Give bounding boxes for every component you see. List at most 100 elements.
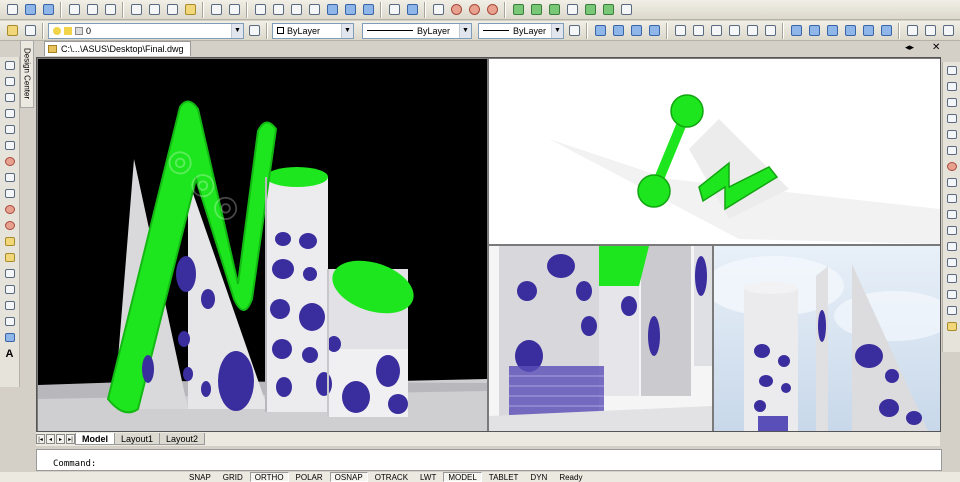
multiline-text-icon[interactable]: A: [3, 347, 17, 360]
constrained-orbit-icon[interactable]: [448, 2, 464, 18]
visual-style-wireframe-icon[interactable]: [610, 23, 626, 39]
viewport-front[interactable]: [489, 246, 712, 431]
design-center-tab[interactable]: Design Center: [20, 40, 34, 108]
gradient-icon[interactable]: [3, 299, 17, 312]
zoom-window-icon[interactable]: [288, 2, 304, 18]
render-icon[interactable]: [510, 2, 526, 18]
scale-icon[interactable]: [945, 176, 959, 189]
chevron-down-icon[interactable]: ▼: [341, 23, 353, 38]
viewport-perspective[interactable]: ◎◎◎: [38, 59, 487, 431]
trim-icon[interactable]: [945, 208, 959, 221]
hatch-icon[interactable]: [3, 283, 17, 296]
ellipse-icon[interactable]: [3, 203, 17, 216]
zoom-previous-icon[interactable]: [306, 2, 322, 18]
prev-tab-icon[interactable]: ◂: [46, 434, 55, 444]
cut-icon[interactable]: [128, 2, 144, 18]
linetype-dropdown[interactable]: ByLayer ▼: [362, 22, 472, 39]
otrack-toggle[interactable]: OTRACK: [370, 472, 413, 482]
ortho-toggle[interactable]: ORTHO: [249, 472, 289, 482]
publish-icon[interactable]: [102, 2, 118, 18]
layer-dropdown[interactable]: 0 ▼: [48, 22, 244, 39]
visual-style-hidden-icon[interactable]: [628, 23, 644, 39]
array-icon[interactable]: [945, 128, 959, 141]
break-icon[interactable]: [945, 256, 959, 269]
tab-model[interactable]: Model: [75, 433, 115, 445]
view-left-icon[interactable]: [708, 23, 724, 39]
lwt-toggle[interactable]: LWT: [415, 472, 441, 482]
free-orbit-icon[interactable]: [466, 2, 482, 18]
ucs-icon[interactable]: [904, 23, 920, 39]
continuous-orbit-icon[interactable]: [484, 2, 500, 18]
fog-icon[interactable]: [600, 2, 616, 18]
view-front-icon[interactable]: [744, 23, 760, 39]
model-toggle[interactable]: MODEL: [443, 472, 482, 482]
zoom-realtime-icon[interactable]: [270, 2, 286, 18]
dyn-toggle[interactable]: DYN: [525, 472, 552, 482]
named-views-icon[interactable]: [878, 23, 894, 39]
markup-icon[interactable]: [386, 2, 402, 18]
lights-icon[interactable]: [528, 2, 544, 18]
ne-iso-icon[interactable]: [824, 23, 840, 39]
last-tab-icon[interactable]: ▸|: [66, 434, 75, 444]
explode-icon[interactable]: [945, 320, 959, 333]
table-icon[interactable]: [3, 331, 17, 344]
background-icon[interactable]: [582, 2, 598, 18]
lineweight-dropdown[interactable]: ByLayer ▼: [478, 22, 564, 39]
region-icon[interactable]: [3, 315, 17, 328]
tablet-toggle[interactable]: TABLET: [484, 472, 524, 482]
ucs-previous-icon[interactable]: [940, 23, 956, 39]
help-icon[interactable]: [404, 2, 420, 18]
open-file-icon[interactable]: [22, 2, 38, 18]
3d-orbit-icon[interactable]: [430, 2, 446, 18]
stretch-icon[interactable]: [945, 192, 959, 205]
mirror-icon[interactable]: [945, 96, 959, 109]
move-icon[interactable]: [945, 144, 959, 157]
mapping-icon[interactable]: [564, 2, 580, 18]
nw-iso-icon[interactable]: [842, 23, 858, 39]
ucs-world-icon[interactable]: [922, 23, 938, 39]
render-settings-icon[interactable]: [618, 2, 634, 18]
camera-icon[interactable]: [860, 23, 876, 39]
chevron-down-icon[interactable]: ▼: [231, 23, 243, 38]
layer-previous-icon[interactable]: [22, 23, 38, 39]
polar-toggle[interactable]: POLAR: [291, 472, 328, 482]
chevron-down-icon[interactable]: ▼: [551, 23, 563, 38]
construction-line-icon[interactable]: [3, 75, 17, 88]
chevron-down-icon[interactable]: ▼: [459, 23, 471, 38]
print-icon[interactable]: [66, 2, 82, 18]
new-file-icon[interactable]: [4, 2, 20, 18]
color-dropdown[interactable]: ByLayer ▼: [272, 22, 354, 39]
break-at-point-icon[interactable]: [945, 240, 959, 253]
view-top-icon[interactable]: [672, 23, 688, 39]
osnap-toggle[interactable]: OSNAP: [329, 472, 368, 482]
visual-style-realistic-icon[interactable]: [646, 23, 662, 39]
line-icon[interactable]: [3, 59, 17, 72]
visual-style-2d-icon[interactable]: [592, 23, 608, 39]
plot-style-icon[interactable]: [566, 23, 582, 39]
circle-icon[interactable]: [3, 155, 17, 168]
rotate-icon[interactable]: [945, 160, 959, 173]
redo-icon[interactable]: [226, 2, 242, 18]
command-line[interactable]: Command:: [36, 449, 942, 471]
undo-icon[interactable]: [208, 2, 224, 18]
make-object-layer-current-icon[interactable]: [246, 23, 262, 39]
ellipse-arc-icon[interactable]: [3, 219, 17, 232]
next-tab-icon[interactable]: ▸: [56, 434, 65, 444]
chamfer-icon[interactable]: [945, 288, 959, 301]
copy-object-icon[interactable]: [945, 80, 959, 93]
view-back-icon[interactable]: [762, 23, 778, 39]
viewport-camera[interactable]: [714, 246, 940, 431]
view-bottom-icon[interactable]: [690, 23, 706, 39]
first-tab-icon[interactable]: |◂: [36, 434, 45, 444]
offset-icon[interactable]: [945, 112, 959, 125]
paste-icon[interactable]: [164, 2, 180, 18]
copy-icon[interactable]: [146, 2, 162, 18]
materials-icon[interactable]: [546, 2, 562, 18]
extend-icon[interactable]: [945, 224, 959, 237]
fillet-icon[interactable]: [945, 304, 959, 317]
pan-icon[interactable]: [252, 2, 268, 18]
revision-cloud-icon[interactable]: [3, 171, 17, 184]
document-tab[interactable]: C:\...\ASUS\Desktop\Final.dwg: [44, 41, 191, 56]
arc-icon[interactable]: [3, 139, 17, 152]
layer-manager-icon[interactable]: [4, 23, 20, 39]
